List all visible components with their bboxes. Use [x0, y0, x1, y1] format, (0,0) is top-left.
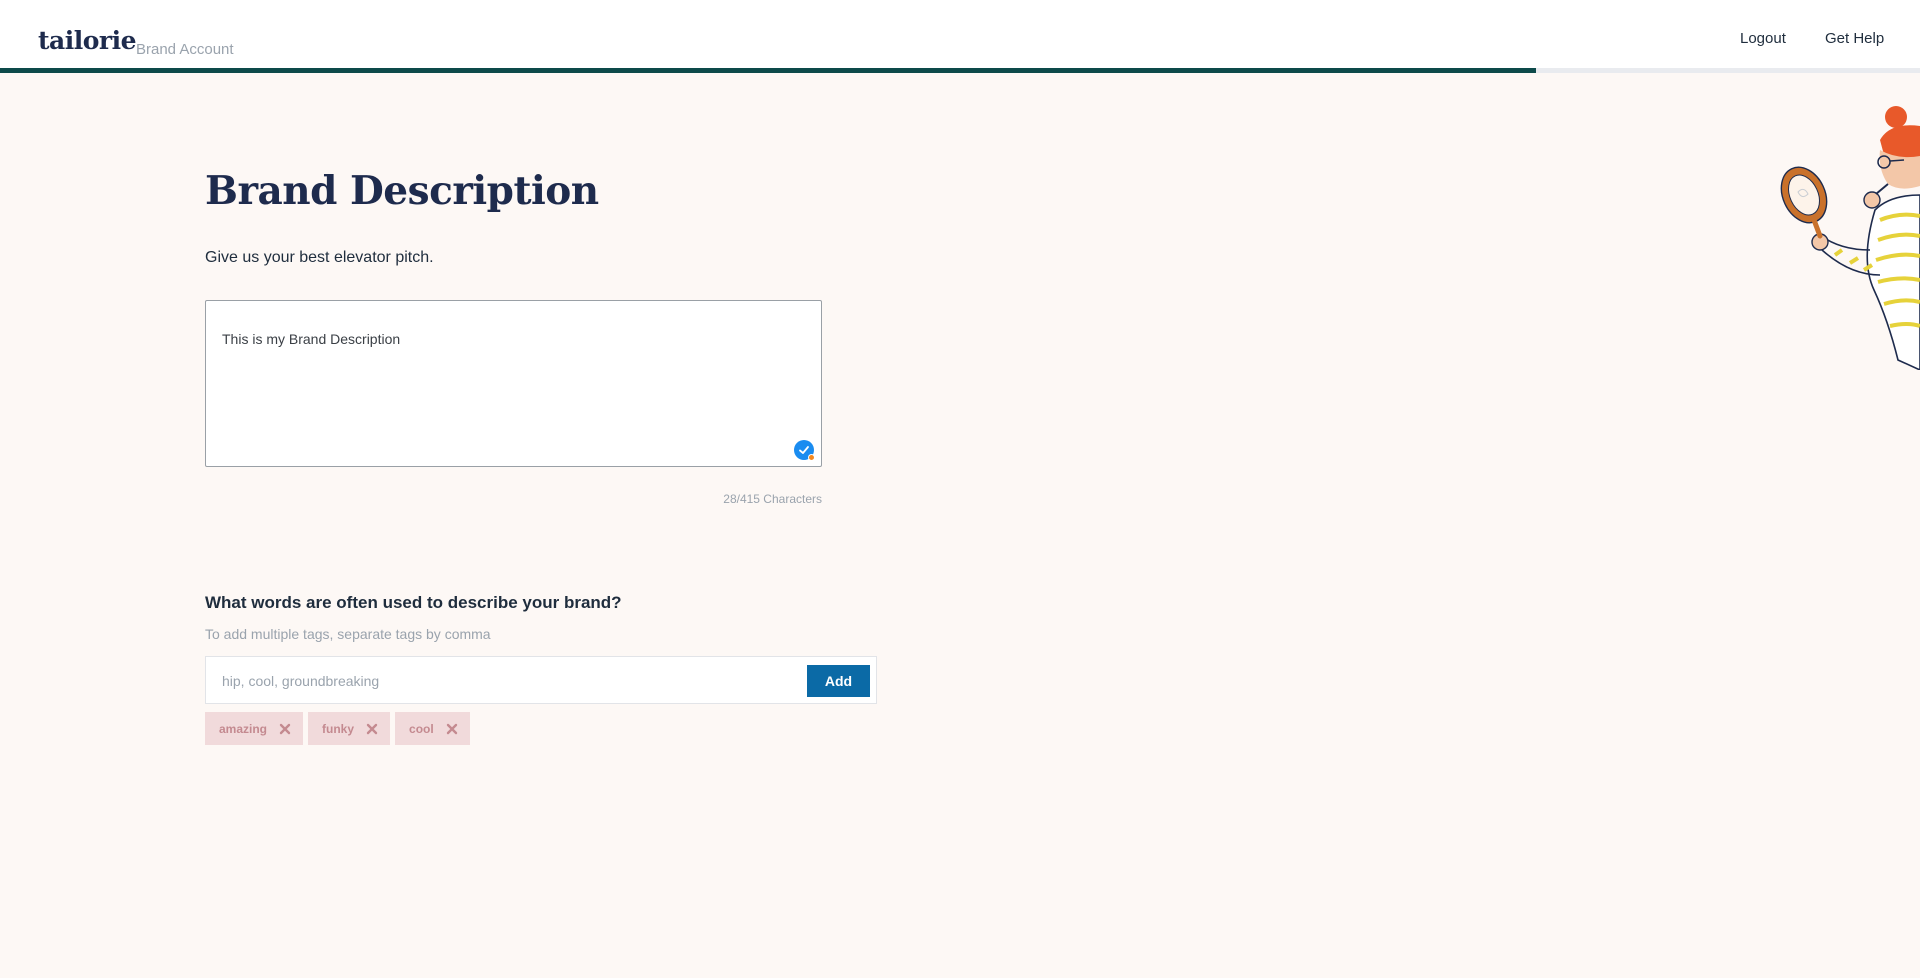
- tag-chip: amazing: [205, 712, 304, 745]
- progress-bar-fill: [0, 68, 1536, 73]
- tag-label: amazing: [219, 721, 268, 736]
- tag-list: amazing funky cool: [205, 712, 470, 745]
- tags-hint: To add multiple tags, separate tags by c…: [205, 626, 491, 642]
- woman-with-mirror-illustration: [1780, 106, 1920, 370]
- tag-label: cool: [409, 721, 434, 736]
- tag-input[interactable]: [222, 671, 782, 691]
- grammar-check-icon[interactable]: [794, 440, 815, 461]
- tag-chip: funky: [308, 712, 391, 745]
- grammar-alert-dot: [808, 454, 815, 461]
- onboarding-progress-bar: [0, 68, 1920, 73]
- tag-label: funky: [322, 721, 355, 736]
- get-help-link[interactable]: Get Help: [1825, 30, 1884, 47]
- account-type-label: Brand Account: [136, 41, 234, 58]
- logout-link[interactable]: Logout: [1740, 30, 1786, 47]
- remove-tag-icon[interactable]: [446, 723, 458, 735]
- tailorie-logo[interactable]: tailorie: [38, 26, 137, 55]
- tag-input-container: Add: [205, 656, 877, 704]
- top-header: tailorie Brand Account Logout Get Help: [0, 0, 1920, 68]
- brand-description-textarea[interactable]: [222, 331, 782, 411]
- page-title: Brand Description: [205, 168, 599, 214]
- remove-tag-icon[interactable]: [279, 723, 291, 735]
- tag-chip: cool: [395, 712, 470, 745]
- page-subtitle: Give us your best elevator pitch.: [205, 249, 434, 266]
- character-counter: 28/415 Characters: [723, 492, 822, 506]
- brand-description-box[interactable]: [205, 300, 822, 467]
- remove-tag-icon[interactable]: [366, 723, 378, 735]
- tags-question: What words are often used to describe yo…: [205, 593, 622, 612]
- add-tag-button[interactable]: Add: [807, 665, 870, 697]
